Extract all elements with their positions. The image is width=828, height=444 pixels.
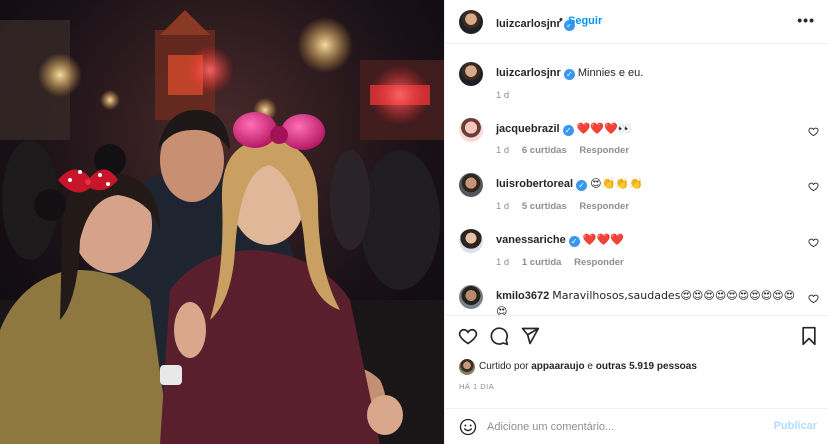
likes-prefix: Curtido por	[479, 361, 529, 372]
comment-like-heart-icon[interactable]	[808, 126, 819, 137]
verified-badge-icon: ✓	[562, 125, 574, 136]
comment-avatar[interactable]	[459, 173, 483, 197]
comment-meta: 1 d 6 curtidas Responder	[496, 145, 639, 156]
likes-others[interactable]: outras 5.919 pessoas	[596, 361, 697, 372]
comment-meta: 1 d 5 curtidas Responder	[496, 201, 639, 212]
verified-badge-icon: ✓	[576, 180, 588, 191]
likes-text: Curtido por appaaraujo e outras 5.919 pe…	[479, 361, 697, 372]
comment-like-heart-icon[interactable]	[808, 293, 819, 304]
comment-row: luisrobertoreal ✓ 😍👏👏👏 1 d 5 curtidas Res…	[459, 173, 819, 223]
comment-icon[interactable]	[489, 326, 509, 346]
author-username[interactable]: luizcarlosjnr	[496, 18, 561, 30]
comment-username[interactable]: jacquebrazil	[496, 123, 560, 135]
comment-likes[interactable]: 6 curtidas	[522, 145, 567, 156]
send-icon[interactable]	[520, 326, 540, 346]
comment-composer: Publicar	[445, 408, 828, 444]
post-header: luizcarlosjnr ✓ • Seguir •••	[445, 0, 828, 44]
author-avatar[interactable]	[459, 10, 483, 34]
comment-text-line: kmilo3672 Maravilhosos,saudades😍😍😍😍😍😍😍😍😍…	[496, 288, 801, 315]
liker-username[interactable]: appaaraujo	[531, 361, 584, 372]
post-time-ago[interactable]: HÁ 1 DIA	[459, 382, 494, 391]
likes-conj: e	[587, 361, 593, 372]
caption-text-line: luizcarlosjnr ✓ Minnies e eu.	[496, 65, 796, 81]
comment-likes[interactable]: 5 curtidas	[522, 201, 567, 212]
follow-button[interactable]: Seguir	[568, 15, 602, 27]
comment-username[interactable]: luisrobertoreal	[496, 178, 573, 190]
comment-like-heart-icon[interactable]	[808, 181, 819, 192]
header-separator: •	[559, 14, 563, 26]
caption-text: Minnies e eu.	[577, 67, 644, 79]
comment-time[interactable]: 1 d	[496, 145, 509, 156]
comment-text-line: luisrobertoreal ✓ 😍👏👏👏	[496, 176, 796, 192]
comment-likes[interactable]: 1 curtida	[522, 257, 562, 268]
comment-row: kmilo3672 Maravilhosos,saudades😍😍😍😍😍😍😍😍😍…	[459, 285, 819, 315]
heart-icon[interactable]	[458, 326, 478, 346]
comment-text: ❤️❤️❤️	[582, 233, 624, 246]
reply-button[interactable]: Responder	[579, 201, 629, 212]
post-actions: Curtido por appaaraujo e outras 5.919 pe…	[445, 315, 828, 443]
post-photo[interactable]	[0, 0, 444, 444]
emoji-icon[interactable]	[459, 418, 477, 436]
post-details-panel: luizcarlosjnr ✓ • Seguir ••• luizcarlosjn…	[444, 0, 828, 444]
publish-button[interactable]: Publicar	[774, 420, 817, 432]
comment-time[interactable]: 1 d	[496, 201, 509, 212]
verified-badge-icon: ✓	[563, 69, 575, 80]
comment-text: ❤️❤️❤️👀	[576, 122, 632, 135]
comment-input[interactable]	[487, 417, 767, 437]
comments-list[interactable]: luizcarlosjnr ✓ Minnies e eu. 1 d jacqueb…	[445, 45, 828, 315]
more-options-icon[interactable]: •••	[797, 12, 815, 28]
caption-row: luizcarlosjnr ✓ Minnies e eu. 1 d	[459, 62, 819, 112]
verified-badge-icon: ✓	[568, 236, 580, 247]
post-image	[0, 0, 444, 444]
reply-button[interactable]: Responder	[574, 257, 624, 268]
caption-author-avatar[interactable]	[459, 62, 483, 86]
caption-time[interactable]: 1 d	[496, 90, 509, 101]
comment-meta: 1 d 1 curtida Responder	[496, 257, 634, 268]
comment-row: vanessariche ✓ ❤️❤️❤️ 1 d 1 curtida Respo…	[459, 229, 819, 279]
reply-button[interactable]: Responder	[579, 145, 629, 156]
comment-time[interactable]: 1 d	[496, 257, 509, 268]
caption-meta: 1 d	[496, 90, 519, 101]
comment-avatar[interactable]	[459, 285, 483, 309]
comment-username[interactable]: vanessariche	[496, 234, 566, 246]
comment-text-line: jacquebrazil ✓ ❤️❤️❤️👀	[496, 121, 796, 137]
comment-avatar[interactable]	[459, 118, 483, 142]
comment-text: 😍👏👏👏	[590, 177, 643, 190]
comment-row: jacquebrazil ✓ ❤️❤️❤️👀 1 d 6 curtidas Res…	[459, 118, 819, 168]
comment-like-heart-icon[interactable]	[808, 237, 819, 248]
liker-avatar[interactable]	[459, 359, 475, 375]
comment-avatar[interactable]	[459, 229, 483, 253]
bookmark-icon[interactable]	[799, 326, 819, 346]
comment-username[interactable]: kmilo3672	[496, 290, 549, 302]
comment-text-line: vanessariche ✓ ❤️❤️❤️	[496, 232, 796, 248]
caption-username[interactable]: luizcarlosjnr	[496, 67, 561, 79]
